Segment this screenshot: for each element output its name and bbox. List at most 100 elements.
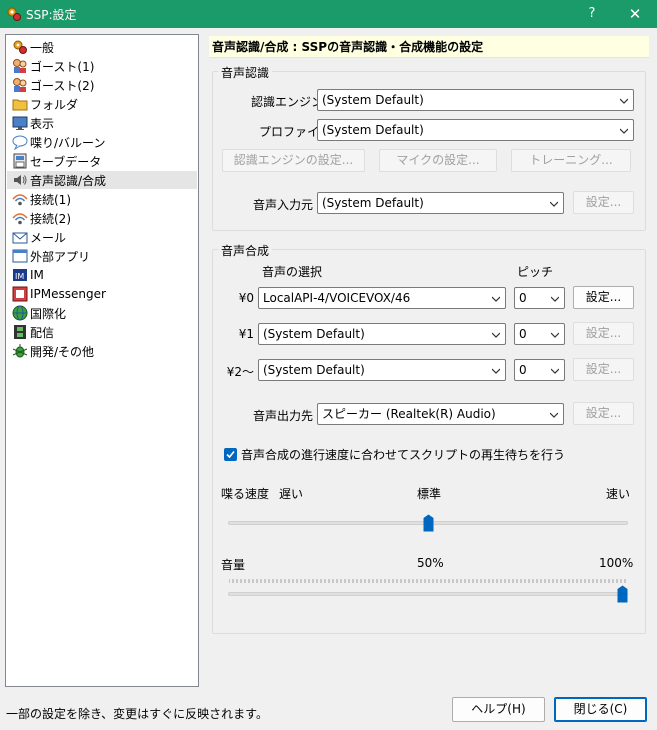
film-icon <box>14 325 26 339</box>
sidebar-item[interactable]: 一般 <box>7 38 197 56</box>
output-label: 音声出力先 <box>253 409 314 423</box>
sidebar-item[interactable]: 国際化 <box>7 304 197 322</box>
volume-label: 音量 <box>221 558 246 572</box>
checkmark-icon <box>226 450 235 459</box>
voice-header: 音声の選択 <box>262 265 323 279</box>
voice-select-value: (System Default) <box>263 363 365 377</box>
training-button[interactable]: トレーニング... <box>511 149 631 172</box>
sidebar-item[interactable]: メール <box>7 228 197 246</box>
volume-slider-thumb[interactable] <box>617 585 628 603</box>
wait-checkbox-label[interactable]: 音声合成の進行速度に合わせてスクリプトの再生待ちを行う <box>241 446 565 463</box>
window-title: SSP:設定 <box>26 8 77 22</box>
volume-mid-label: 50% <box>417 556 444 570</box>
volume-max-label: 100% <box>599 556 634 570</box>
sidebar-item[interactable]: IPMessenger <box>7 285 197 303</box>
sidebar-item-label: 接続(1) <box>30 192 71 207</box>
pitch-header: ピッチ <box>517 265 554 279</box>
page-title: 音声認識/合成 : SSPの音声認識・合成機能の設定 <box>209 36 649 58</box>
voice-select-value: LocalAPI-4/VOICEVOX/46 <box>263 291 411 305</box>
sidebar-item[interactable]: ゴースト(1) <box>7 57 197 75</box>
sidebar-item-label: 配信 <box>30 325 55 340</box>
engine-settings-button[interactable]: 認識エンジンの設定... <box>222 149 365 172</box>
speed-slider-thumb[interactable] <box>423 514 434 532</box>
sidebar-item-label: ゴースト(2) <box>30 78 95 93</box>
input-select-value: (System Default) <box>322 196 424 210</box>
input-label: 音声入力元 <box>253 198 314 212</box>
sidebar-item-label: 国際化 <box>30 306 67 321</box>
voice-settings-button[interactable]: 設定... <box>573 358 634 381</box>
chevron-down-icon <box>550 201 558 207</box>
sidebar-item[interactable]: 接続(2) <box>7 209 197 227</box>
chevron-down-icon <box>551 332 559 338</box>
im-icon: IM <box>13 269 27 281</box>
pitch-select[interactable]: 0 <box>514 323 565 345</box>
input-settings-button[interactable]: 設定... <box>573 191 634 214</box>
wifi-icon <box>12 194 28 206</box>
sidebar-item[interactable]: 配信 <box>7 323 197 341</box>
sidebar-item-label: 開発/その他 <box>30 344 95 359</box>
synthesis-group-title: 音声合成 <box>218 242 273 259</box>
chevron-down-icon <box>492 296 500 302</box>
close-icon[interactable]: ✕ <box>624 4 646 24</box>
engine-select-value: (System Default) <box>322 93 424 107</box>
voice-select-value: (System Default) <box>263 327 365 341</box>
chevron-down-icon <box>620 128 628 134</box>
voice-select[interactable]: LocalAPI-4/VOICEVOX/46 <box>258 287 506 309</box>
sidebar-item[interactable]: 開発/その他 <box>7 342 197 360</box>
sidebar-item-label: フォルダ <box>30 97 79 112</box>
balloon-icon <box>12 135 28 150</box>
recognition-group-title: 音声認識 <box>218 64 273 81</box>
voice-slot-label: ¥1 <box>238 327 254 341</box>
sidebar-item[interactable]: 表示 <box>7 114 197 132</box>
pitch-select-value: 0 <box>519 363 527 377</box>
help-icon[interactable]: ? <box>582 4 602 24</box>
output-settings-button[interactable]: 設定... <box>573 402 634 425</box>
svg-text:IM: IM <box>15 272 24 281</box>
pitch-select-value: 0 <box>519 327 527 341</box>
chevron-down-icon <box>620 98 628 104</box>
output-select-value: スピーカー (Realtek(R) Audio) <box>322 407 496 421</box>
sidebar-item[interactable]: フォルダ <box>7 95 197 113</box>
help-button[interactable]: ヘルプ(H) <box>452 697 545 722</box>
ghost-icon <box>13 78 27 92</box>
profile-select[interactable]: (System Default) <box>317 119 634 141</box>
sidebar-item[interactable]: ゴースト(2) <box>7 76 197 94</box>
engine-select[interactable]: (System Default) <box>317 89 634 111</box>
sidebar-item[interactable]: 外部アプリ <box>7 247 197 265</box>
sidebar-item-label: 接続(2) <box>30 211 71 226</box>
sidebar-item-label: ゴースト(1) <box>30 59 95 74</box>
bug-icon <box>12 344 28 358</box>
volume-slider-track[interactable] <box>228 592 628 596</box>
chevron-down-icon <box>492 368 500 374</box>
input-select[interactable]: (System Default) <box>317 192 564 214</box>
voice-settings-button[interactable]: 設定... <box>573 286 634 309</box>
output-select[interactable]: スピーカー (Realtek(R) Audio) <box>317 403 564 425</box>
sidebar-item-label: IPMessenger <box>30 287 106 301</box>
speed-slow-label: 遅い <box>279 487 304 501</box>
mail-icon <box>12 232 28 244</box>
sidebar-item[interactable]: 接続(1) <box>7 190 197 208</box>
pitch-select[interactable]: 0 <box>514 287 565 309</box>
speed-fast-label: 速い <box>606 487 631 501</box>
status-text: 一部の設定を除き、変更はすぐに反映されます。 <box>6 707 268 721</box>
voice-select[interactable]: (System Default) <box>258 359 506 381</box>
sidebar-item[interactable]: セーブデータ <box>7 152 197 170</box>
chevron-down-icon <box>492 332 500 338</box>
wait-checkbox[interactable] <box>224 448 237 461</box>
chevron-down-icon <box>550 412 558 418</box>
sidebar-item[interactable]: 喋り/バルーン <box>7 133 197 151</box>
chevron-down-icon <box>551 368 559 374</box>
sidebar-item[interactable]: 音声認識/合成 <box>7 171 197 189</box>
voice-settings-button[interactable]: 設定... <box>573 322 634 345</box>
close-button[interactable]: 閉じる(C) <box>554 697 647 722</box>
sidebar-item-label: IM <box>30 268 44 282</box>
settings-category-list[interactable]: 一般ゴースト(1) ゴースト(2) フォルダ表示 喋り/バルーン セーブデータ 音声認識/… <box>5 34 199 687</box>
sidebar-item[interactable]: IM IM <box>7 266 197 284</box>
pitch-select[interactable]: 0 <box>514 359 565 381</box>
sidebar-item-label: 外部アプリ <box>30 249 91 264</box>
voice-select[interactable]: (System Default) <box>258 323 506 345</box>
save-icon <box>13 153 27 169</box>
app-window-icon <box>12 249 28 263</box>
sidebar-item-label: メール <box>30 230 67 245</box>
mic-settings-button[interactable]: マイクの設定... <box>379 149 497 172</box>
